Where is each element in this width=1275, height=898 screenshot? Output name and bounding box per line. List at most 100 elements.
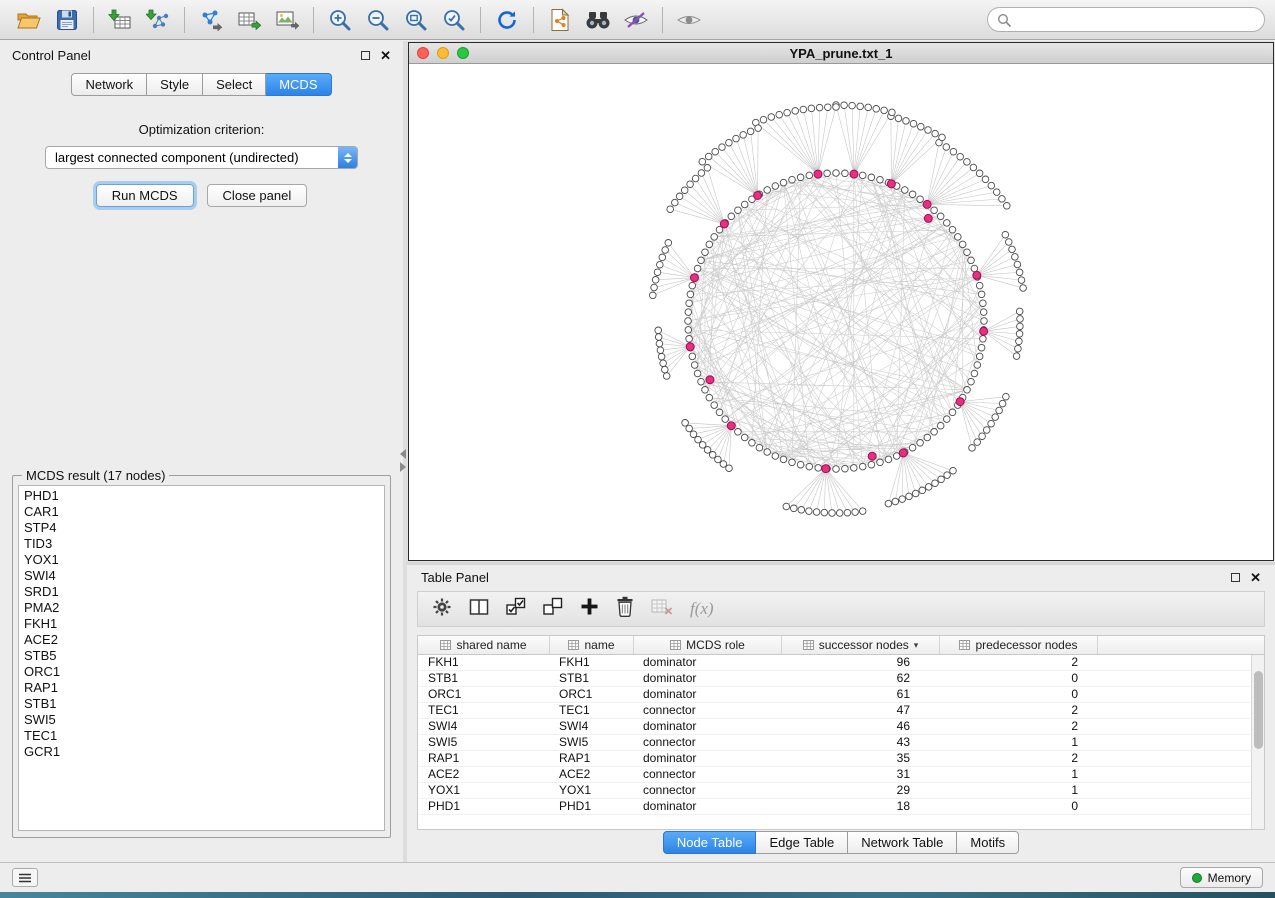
tab-edge-table[interactable]: Edge Table: [756, 831, 848, 854]
table-cell: ACE2: [550, 767, 634, 782]
result-node-item[interactable]: STB5: [24, 648, 384, 664]
table-cell: dominator: [634, 719, 782, 734]
result-node-item[interactable]: TID3: [24, 536, 384, 552]
zoom-fit-button[interactable]: [397, 4, 435, 36]
table-row[interactable]: ORC1ORC1dominator610: [418, 687, 1251, 703]
table-panel-tabs: Node Table Edge Table Network Table Moti…: [407, 831, 1275, 854]
column-type-icon: [803, 640, 814, 650]
function-builder-button[interactable]: f(x): [690, 599, 714, 619]
close-panel-icon[interactable]: ✕: [380, 49, 391, 62]
result-node-item[interactable]: SRD1: [24, 584, 384, 600]
eye-slash-icon: [623, 11, 649, 29]
table-row[interactable]: SWI4SWI4dominator462: [418, 719, 1251, 735]
result-node-item[interactable]: ACE2: [24, 632, 384, 648]
column-header-successor-nodes[interactable]: successor nodes ▾: [782, 636, 940, 654]
table-row[interactable]: ACE2ACE2connector311: [418, 767, 1251, 783]
criterion-dropdown[interactable]: largest connected component (undirected): [45, 146, 358, 169]
refresh-button[interactable]: [488, 4, 526, 36]
result-node-item[interactable]: TEC1: [24, 728, 384, 744]
export-image-button[interactable]: [268, 4, 306, 36]
status-menu-button[interactable]: [12, 868, 38, 887]
table-row[interactable]: YOX1YOX1connector291: [418, 783, 1251, 799]
zoom-in-button[interactable]: [321, 4, 359, 36]
tab-select[interactable]: Select: [203, 73, 266, 96]
sort-chevron-icon[interactable]: ▾: [914, 640, 919, 651]
collapse-left-icon[interactable]: [400, 449, 406, 459]
delete-column-button[interactable]: [616, 596, 634, 622]
table-row[interactable]: STB1STB1dominator620: [418, 671, 1251, 687]
result-node-item[interactable]: ORC1: [24, 664, 384, 680]
node-table: shared name name MCDS role successor nod…: [417, 635, 1265, 830]
control-panel: Control Panel ✕ Network Style Select MCD…: [0, 41, 403, 862]
scrollbar-thumb[interactable]: [1254, 671, 1263, 749]
result-node-item[interactable]: SWI4: [24, 568, 384, 584]
find-button[interactable]: [579, 4, 617, 36]
close-panel-button[interactable]: Close panel: [207, 184, 308, 207]
zoom-selected-button[interactable]: [435, 4, 473, 36]
expand-right-icon[interactable]: [400, 462, 406, 472]
import-network-button[interactable]: [139, 4, 177, 36]
column-header-shared-name[interactable]: shared name: [418, 636, 550, 654]
export-table-button[interactable]: [230, 4, 268, 36]
network-window-titlebar[interactable]: YPA_prune.txt_1: [409, 43, 1273, 64]
search-input[interactable]: [1017, 12, 1255, 27]
table-cell: FKH1: [418, 655, 550, 670]
show-columns-button[interactable]: [469, 598, 489, 621]
tab-mcds[interactable]: MCDS: [266, 73, 331, 96]
table-row[interactable]: FKH1FKH1dominator962: [418, 655, 1251, 671]
result-node-item[interactable]: YOX1: [24, 552, 384, 568]
mcds-result-list[interactable]: PHD1CAR1STP4TID3YOX1SWI4SRD1PMA2FKH1ACE2…: [18, 485, 385, 831]
open-file-button[interactable]: [10, 4, 48, 36]
network-canvas[interactable]: [409, 64, 1273, 560]
share-network-button[interactable]: [192, 4, 230, 36]
create-column-button[interactable]: [580, 597, 599, 621]
table-cell: 62: [782, 671, 940, 686]
run-mcds-button[interactable]: Run MCDS: [96, 184, 194, 207]
result-node-item[interactable]: SWI5: [24, 712, 384, 728]
tab-network[interactable]: Network: [71, 73, 147, 96]
float-table-panel-icon[interactable]: [1231, 573, 1240, 582]
table-cell: 47: [782, 703, 940, 718]
table-cell: TEC1: [418, 703, 550, 718]
zoom-out-button[interactable]: [359, 4, 397, 36]
memory-button[interactable]: Memory: [1180, 867, 1263, 888]
column-header-predecessor-nodes[interactable]: predecessor nodes: [940, 636, 1098, 654]
hide-annotations-button[interactable]: [617, 4, 655, 36]
result-node-item[interactable]: RAP1: [24, 680, 384, 696]
result-node-item[interactable]: STP4: [24, 520, 384, 536]
table-settings-button[interactable]: [432, 597, 452, 622]
table-row[interactable]: RAP1RAP1dominator352: [418, 751, 1251, 767]
node-table-body: FKH1FKH1dominator962STB1STB1dominator620…: [418, 655, 1251, 829]
tab-node-table[interactable]: Node Table: [663, 831, 757, 854]
table-scrollbar[interactable]: [1251, 655, 1264, 829]
result-node-item[interactable]: STB1: [24, 696, 384, 712]
import-table-button[interactable]: [101, 4, 139, 36]
result-node-item[interactable]: CAR1: [24, 504, 384, 520]
tab-style[interactable]: Style: [147, 73, 203, 96]
column-header-mcds-role[interactable]: MCDS role: [634, 636, 782, 654]
select-all-columns-button[interactable]: [506, 597, 526, 621]
table-row[interactable]: SWI5SWI5connector431: [418, 735, 1251, 751]
float-panel-icon[interactable]: [361, 51, 370, 60]
result-node-item[interactable]: FKH1: [24, 616, 384, 632]
hamburger-icon: [18, 873, 32, 883]
tab-motifs[interactable]: Motifs: [957, 831, 1019, 854]
network-window-title: YPA_prune.txt_1: [409, 46, 1273, 61]
deselect-all-columns-button[interactable]: [543, 597, 563, 621]
table-cell: FKH1: [550, 655, 634, 670]
table-row[interactable]: TEC1TEC1connector472: [418, 703, 1251, 719]
table-cell: 0: [940, 687, 1098, 702]
delete-table-button[interactable]: [651, 598, 673, 621]
table-row[interactable]: PHD1PHD1dominator180: [418, 799, 1251, 815]
table-cell: PHD1: [550, 799, 634, 814]
result-node-item[interactable]: PMA2: [24, 600, 384, 616]
column-header-name[interactable]: name: [550, 636, 634, 654]
close-table-panel-icon[interactable]: ✕: [1250, 571, 1261, 584]
share-document-button[interactable]: [541, 4, 579, 36]
result-node-item[interactable]: PHD1: [24, 488, 384, 504]
desktop-wallpaper-sliver: [0, 892, 1275, 898]
result-node-item[interactable]: GCR1: [24, 744, 384, 760]
save-session-button[interactable]: [48, 4, 86, 36]
show-graphics-button[interactable]: [670, 4, 708, 36]
tab-network-table[interactable]: Network Table: [848, 831, 957, 854]
